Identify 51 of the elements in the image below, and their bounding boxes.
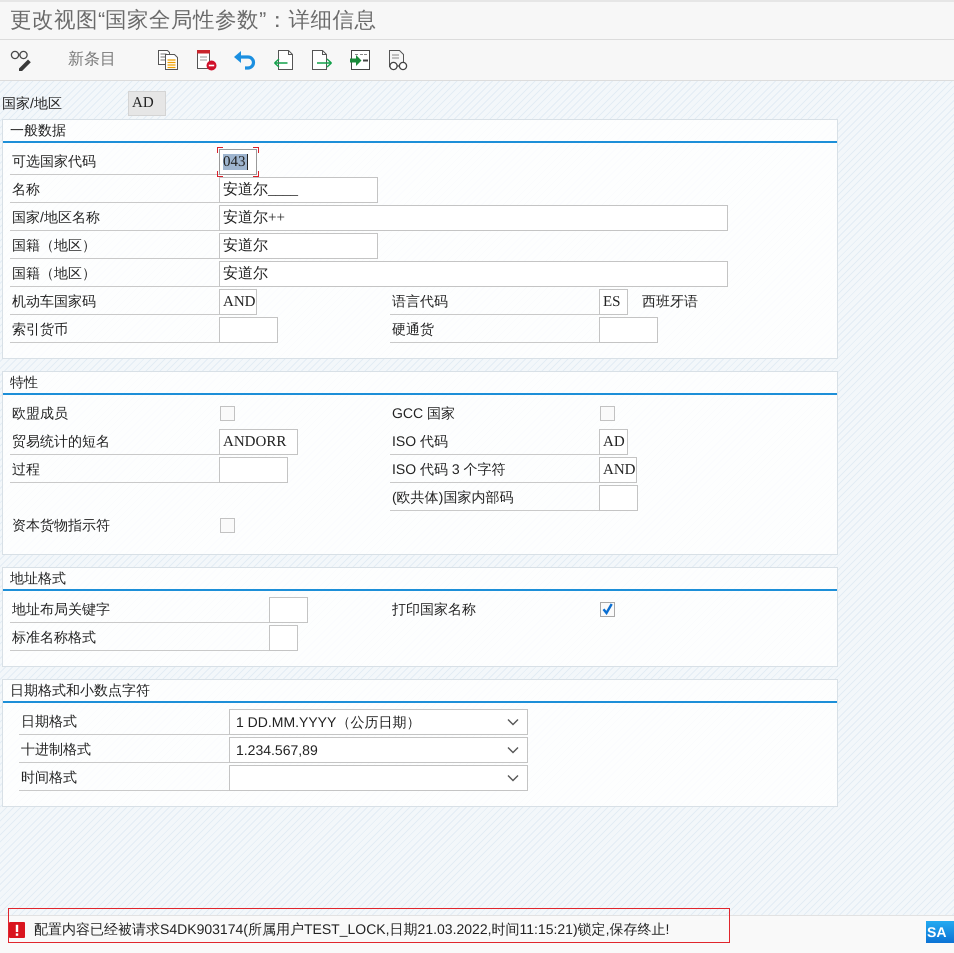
input-field[interactable] [599,485,638,511]
page-arrow-right-icon[interactable] [311,49,333,71]
input-field[interactable]: 043 [217,147,259,177]
chevron-down-icon [507,718,519,726]
group-title: 一般数据 [10,122,66,138]
display-field: AD [128,91,166,116]
input-field[interactable]: 安道尔 [219,261,728,287]
input-field[interactable]: ES [599,289,628,315]
field-label: 国家/地区 [1,94,63,113]
input-field[interactable] [219,457,288,483]
chevron-down-icon [507,746,519,754]
checkbox[interactable] [220,518,235,533]
input-field[interactable]: ANDORR [219,429,298,455]
checkbox[interactable] [600,602,615,617]
glasses-pencil-icon[interactable] [10,49,32,71]
new-entries-button[interactable]: 新条目 [68,48,116,72]
logo: SA [926,921,954,943]
input-field[interactable]: AD [599,429,628,455]
input-field[interactable] [269,597,308,623]
group-title: 日期格式和小数点字符 [10,682,150,698]
input-field[interactable]: 安道尔____ [219,177,378,203]
field-label: 打印国家名称 [391,600,477,619]
input-field[interactable]: AND [599,457,637,483]
chevron-down-icon [507,774,519,782]
group-title: 特性 [10,374,38,390]
status-message: 配置内容已经被请求S4DK903174(所属用户TEST_LOCK,日期21.03.2022,时间11:15:21)锁定,保存终止! [34,920,670,939]
field-label: 地址布局关键字 [10,596,269,623]
input-field[interactable] [219,317,278,343]
dropdown[interactable] [229,765,528,791]
error-icon [9,922,25,938]
field-label: GCC 国家 [391,404,456,423]
input-field[interactable] [269,625,298,651]
field-description: 西班牙语 [642,292,698,311]
delete-icon[interactable] [195,49,217,71]
input-field[interactable] [599,317,658,343]
window-title: 更改视图“国家全局性参数”：详细信息 [10,7,376,34]
group-title: 地址格式 [10,570,66,586]
undo-icon[interactable] [233,50,257,70]
input-field[interactable]: AND [219,289,257,315]
copy-icon[interactable] [157,49,179,71]
checkbox[interactable] [600,406,615,421]
dropdown[interactable]: 1 DD.MM.YYYY（公历日期） [229,709,528,735]
input-field[interactable]: 安道尔 [219,233,378,259]
input-field[interactable]: 安道尔++ [219,205,728,231]
checkbox[interactable] [220,406,235,421]
dropdown[interactable]: 1.234.567,89 [229,737,528,763]
page-arrow-left-icon[interactable] [273,49,295,71]
document-glasses-icon[interactable] [387,49,409,71]
field-label: 欧盟成员 [11,404,69,423]
field-label: 标准名称格式 [10,624,269,651]
field-label: 资本货物指示符 [11,516,111,535]
